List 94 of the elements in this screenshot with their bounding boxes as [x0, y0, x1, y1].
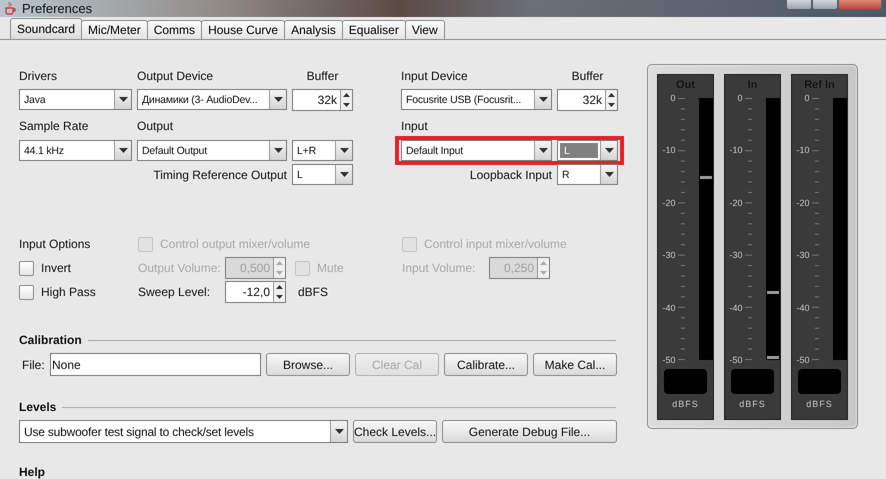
- action-button[interactable]: Make Cal...: [533, 353, 617, 376]
- section-title: Calibration: [19, 333, 82, 347]
- caret-icon: [340, 148, 348, 153]
- down-arrow-icon[interactable]: [343, 102, 350, 106]
- scale-label: 0: [738, 93, 743, 103]
- dropdown[interactable]: Динамики (3- AudioDev...: [137, 89, 287, 110]
- field-label: File:: [21, 358, 45, 372]
- dropdown[interactable]: L+R: [292, 140, 353, 161]
- spinner-field[interactable]: -12,0: [225, 281, 286, 303]
- action-button[interactable]: Calibrate...: [444, 353, 528, 376]
- field-label: Input: [401, 119, 428, 135]
- minimize-button[interactable]: [786, 0, 812, 10]
- scale-label: 0: [670, 93, 676, 103]
- field-label: Loopback Input: [470, 168, 552, 182]
- file-field[interactable]: None: [50, 353, 261, 376]
- field-label: Output Device: [137, 69, 214, 83]
- scale-label: -50: [662, 354, 676, 365]
- scale-label: -30: [730, 250, 743, 260]
- caret-icon: [604, 172, 614, 177]
- caret-icon: [340, 172, 348, 177]
- scale-label: 0: [804, 93, 810, 103]
- readout-display: [664, 369, 707, 394]
- field-label: Timing Reference Output: [153, 168, 287, 182]
- scale-label: -30: [662, 250, 676, 260]
- dropdown[interactable]: Default Input: [401, 140, 552, 161]
- readout-display: [731, 369, 774, 394]
- caret-icon: [118, 148, 128, 153]
- tab[interactable]: Comms: [146, 20, 202, 39]
- unit-label: dBFS: [672, 399, 699, 409]
- tab[interactable]: Analysis: [284, 20, 343, 39]
- scale-label: -40: [796, 302, 810, 313]
- spinner-field[interactable]: 32k: [557, 88, 618, 110]
- scale-label: -10: [796, 145, 810, 156]
- maximize-button[interactable]: [812, 0, 838, 10]
- field-label: Output: [137, 119, 174, 135]
- window-title: Preferences: [22, 0, 92, 16]
- field-label: Drivers: [19, 69, 57, 83]
- caret-icon: [274, 148, 282, 153]
- scale-label: -10: [662, 145, 676, 156]
- caret-icon: [334, 429, 344, 434]
- field-label: Buffer: [306, 69, 338, 83]
- field-label: Input Options: [19, 237, 90, 251]
- action-button[interactable]: Check Levels...: [353, 420, 437, 443]
- field-label: Sweep Level:: [138, 285, 210, 299]
- field-label: Buffer: [572, 69, 604, 83]
- up-arrow-icon[interactable]: [343, 92, 350, 96]
- up-arrow-icon[interactable]: [276, 285, 283, 289]
- dropdown[interactable]: L: [292, 164, 353, 185]
- tab[interactable]: Equaliser: [342, 20, 406, 39]
- checkbox[interactable]: Invert: [19, 260, 72, 276]
- dropdown[interactable]: Use subwoofer test signal to check/set levels: [19, 420, 348, 443]
- field-label: Input Device: [401, 69, 468, 83]
- tab[interactable]: Mic/Meter: [81, 20, 148, 39]
- dropdown[interactable]: R: [557, 164, 618, 185]
- scale-label: -20: [730, 198, 743, 208]
- section-title: Levels: [19, 400, 56, 414]
- scale-label: -40: [662, 302, 676, 313]
- readout-display: [798, 369, 841, 394]
- spinner-field[interactable]: 32k: [292, 88, 353, 110]
- field-label: Output Volume:: [138, 261, 221, 275]
- unit-label: dBFS: [806, 399, 833, 409]
- close-button[interactable]: [838, 0, 882, 10]
- tab[interactable]: Soundcard: [10, 18, 82, 39]
- field-label: Input Volume:: [402, 261, 476, 275]
- scale-label: -10: [730, 145, 743, 156]
- unit-label: dBFS: [298, 285, 328, 299]
- field-label: Sample Rate: [19, 119, 88, 135]
- up-arrow-icon[interactable]: [608, 92, 615, 96]
- dropdown[interactable]: L: [557, 140, 618, 161]
- scale-label: -20: [662, 198, 676, 208]
- scale-label: -20: [796, 198, 810, 208]
- scale-label: -50: [796, 354, 810, 365]
- tab[interactable]: House Curve: [201, 20, 286, 39]
- tab[interactable]: View: [404, 20, 445, 39]
- scale-label: -30: [796, 250, 810, 260]
- dropdown[interactable]: Default Output: [137, 140, 287, 161]
- caret-icon: [604, 148, 614, 153]
- down-arrow-icon[interactable]: [276, 295, 283, 299]
- dropdown[interactable]: Focusrite USB (Focusrit...: [401, 89, 552, 110]
- cup-icon: [4, 1, 16, 16]
- scale-label: -50: [730, 354, 743, 365]
- caret-icon: [118, 97, 128, 102]
- caret-icon: [538, 148, 548, 153]
- caret-icon: [538, 97, 548, 102]
- dropdown[interactable]: Java: [19, 89, 132, 110]
- action-button[interactable]: Browse...: [266, 353, 350, 376]
- checkbox[interactable]: High Pass: [19, 284, 96, 300]
- dropdown[interactable]: 44.1 kHz: [19, 140, 132, 161]
- down-arrow-icon[interactable]: [608, 102, 615, 106]
- scale-label: -40: [730, 302, 743, 313]
- section-title: Help: [19, 465, 46, 479]
- unit-label: dBFS: [739, 399, 766, 409]
- action-button[interactable]: Generate Debug File...: [442, 420, 617, 443]
- caret-icon: [274, 97, 282, 102]
